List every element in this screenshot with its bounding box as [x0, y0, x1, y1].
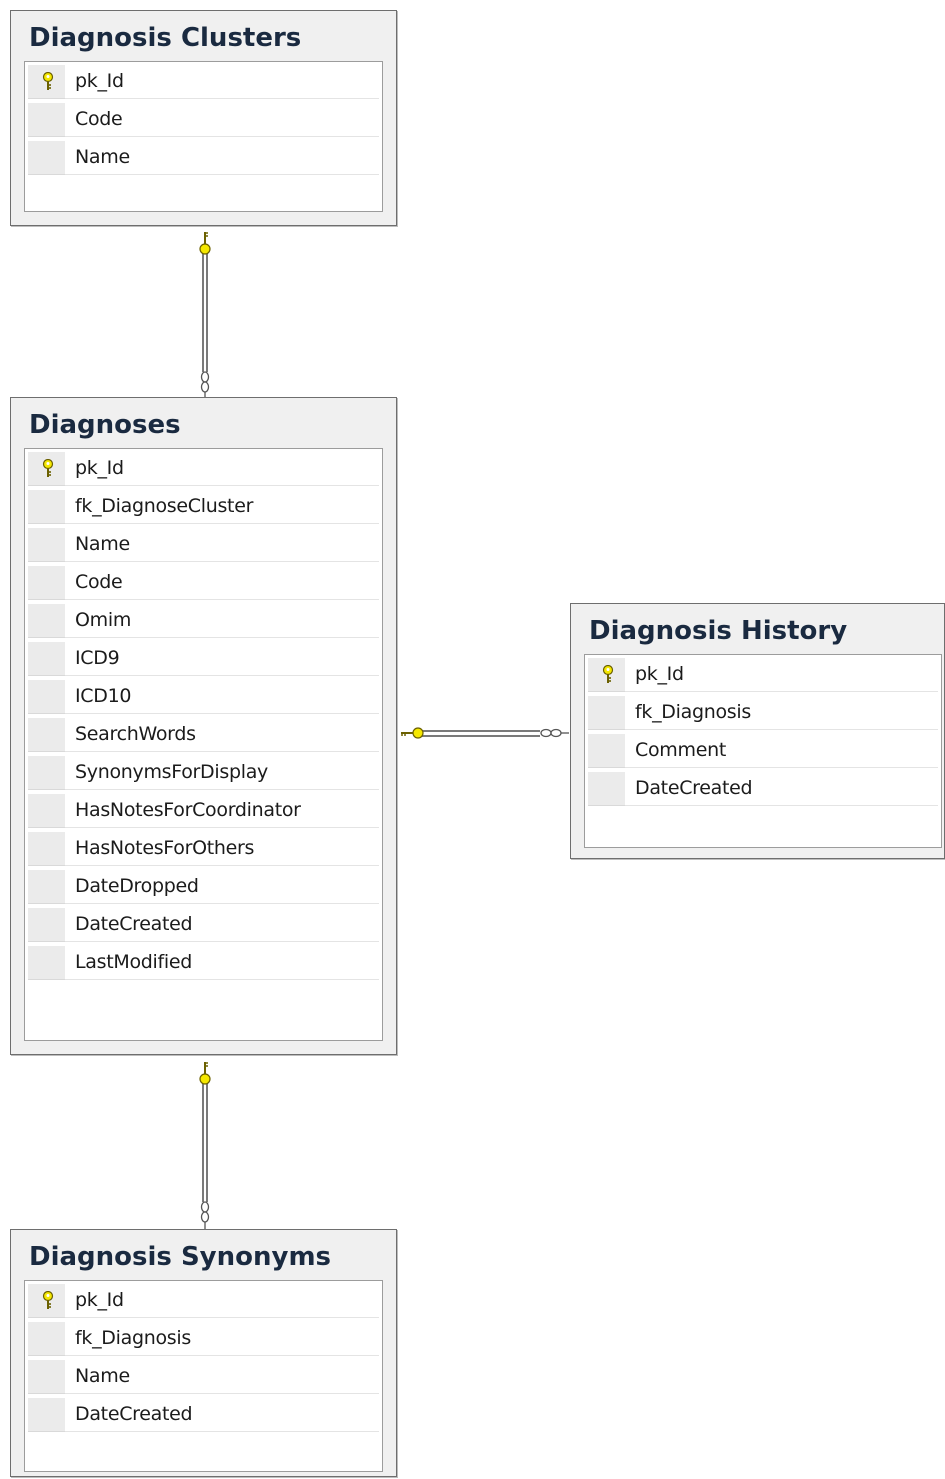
column-row[interactable]: pk_Id [25, 1281, 382, 1319]
row-selector[interactable] [28, 528, 65, 562]
column-grid: pk_Id fk_Diagnosis Name DateCreated [24, 1280, 383, 1472]
column-name: LastModified [75, 951, 193, 973]
column-row[interactable]: DateDropped [25, 867, 382, 905]
row-selector[interactable] [28, 794, 65, 828]
column-row[interactable]: fk_Diagnosis [585, 693, 941, 731]
row-selector[interactable] [28, 908, 65, 942]
relationship-clusters-diagnoses[interactable] [199, 232, 211, 397]
row-selector[interactable] [28, 870, 65, 904]
infinity-end-icon [540, 728, 569, 738]
infinity-end-icon [200, 1201, 210, 1229]
column-name: fk_Diagnosis [75, 1327, 191, 1349]
relationship-diagnoses-history[interactable] [401, 727, 569, 739]
column-name: DateCreated [75, 913, 193, 935]
table-title: Diagnosis Clusters [29, 23, 302, 53]
column-row[interactable]: HasNotesForOthers [25, 829, 382, 867]
column-name: ICD10 [75, 685, 132, 707]
column-row[interactable]: DateCreated [585, 769, 941, 807]
row-selector[interactable] [588, 734, 625, 768]
column-name: SynonymsForDisplay [75, 761, 268, 783]
column-row[interactable]: Comment [585, 731, 941, 769]
key-end-icon [199, 1062, 211, 1085]
column-name: pk_Id [75, 70, 124, 92]
column-name: pk_Id [635, 663, 684, 685]
row-selector[interactable] [588, 772, 625, 806]
key-end-icon [401, 727, 424, 739]
column-row[interactable]: Code [25, 563, 382, 601]
column-name: Code [75, 571, 123, 593]
column-name: DateCreated [635, 777, 753, 799]
column-row[interactable]: Name [25, 1357, 382, 1395]
column-name: Code [75, 108, 123, 130]
column-row[interactable]: DateCreated [25, 905, 382, 943]
row-selector[interactable] [28, 604, 65, 638]
column-row[interactable]: ICD10 [25, 677, 382, 715]
row-selector[interactable] [28, 642, 65, 676]
column-grid: pk_Id fk_DiagnoseCluster Name Code Omim ICD9 I… [24, 448, 383, 1041]
table-title: Diagnoses [29, 410, 181, 440]
column-name: Name [75, 533, 130, 555]
row-selector[interactable] [28, 566, 65, 600]
key-icon [42, 72, 54, 90]
key-icon [42, 1291, 54, 1309]
column-name: Name [75, 1365, 130, 1387]
table-diagnosis-clusters[interactable]: Diagnosis Clusters pk_Id Code Name [10, 10, 397, 226]
row-selector[interactable] [588, 696, 625, 730]
column-name: Omim [75, 609, 132, 631]
column-name: DateDropped [75, 875, 199, 897]
infinity-end-icon [200, 371, 210, 397]
row-selector[interactable] [28, 680, 65, 714]
table-title: Diagnosis History [589, 616, 848, 646]
column-name: pk_Id [75, 1289, 124, 1311]
column-row[interactable]: DateCreated [25, 1395, 382, 1433]
row-selector[interactable] [28, 490, 65, 524]
column-grid: pk_Id Code Name [24, 61, 383, 212]
column-name: HasNotesForOthers [75, 837, 255, 859]
table-diagnosis-synonyms[interactable]: Diagnosis Synonyms pk_Id fk_Diagnosis Name… [10, 1229, 397, 1477]
column-name: fk_DiagnoseCluster [75, 495, 254, 517]
column-row[interactable]: Omim [25, 601, 382, 639]
column-name: Name [75, 146, 130, 168]
column-row[interactable]: pk_Id [25, 449, 382, 487]
column-name: DateCreated [75, 1403, 193, 1425]
column-name: SearchWords [75, 723, 196, 745]
relationship-diagnoses-synonyms[interactable] [199, 1062, 211, 1229]
column-name: ICD9 [75, 647, 120, 669]
row-selector[interactable] [28, 141, 65, 175]
column-row[interactable]: fk_Diagnosis [25, 1319, 382, 1357]
table-diagnosis-history[interactable]: Diagnosis History pk_Id fk_Diagnosis Comme… [570, 603, 945, 859]
column-name: pk_Id [75, 457, 124, 479]
column-name: fk_Diagnosis [635, 701, 751, 723]
column-row[interactable]: pk_Id [25, 62, 382, 100]
row-selector[interactable] [28, 1322, 65, 1356]
row-selector[interactable] [28, 1398, 65, 1432]
key-icon [602, 665, 614, 683]
row-selector[interactable] [28, 1360, 65, 1394]
column-row[interactable]: pk_Id [585, 655, 941, 693]
key-icon [42, 459, 54, 477]
column-name: HasNotesForCoordinator [75, 799, 301, 821]
row-selector[interactable] [28, 946, 65, 980]
column-row[interactable]: SearchWords [25, 715, 382, 753]
row-selector[interactable] [28, 103, 65, 137]
column-name: Comment [635, 739, 726, 761]
row-selector[interactable] [28, 718, 65, 752]
column-row[interactable]: HasNotesForCoordinator [25, 791, 382, 829]
table-diagnoses[interactable]: Diagnoses pk_Id fk_DiagnoseCluster Name Cod… [10, 397, 397, 1055]
column-row[interactable]: LastModified [25, 943, 382, 981]
table-title: Diagnosis Synonyms [29, 1242, 332, 1272]
column-row[interactable]: Name [25, 525, 382, 563]
column-row[interactable]: Code [25, 100, 382, 138]
row-selector[interactable] [28, 832, 65, 866]
column-row[interactable]: Name [25, 138, 382, 176]
key-end-icon [199, 232, 211, 255]
column-row[interactable]: fk_DiagnoseCluster [25, 487, 382, 525]
column-row[interactable]: SynonymsForDisplay [25, 753, 382, 791]
column-grid: pk_Id fk_Diagnosis Comment DateCreated [584, 654, 942, 848]
row-selector[interactable] [28, 756, 65, 790]
column-row[interactable]: ICD9 [25, 639, 382, 677]
